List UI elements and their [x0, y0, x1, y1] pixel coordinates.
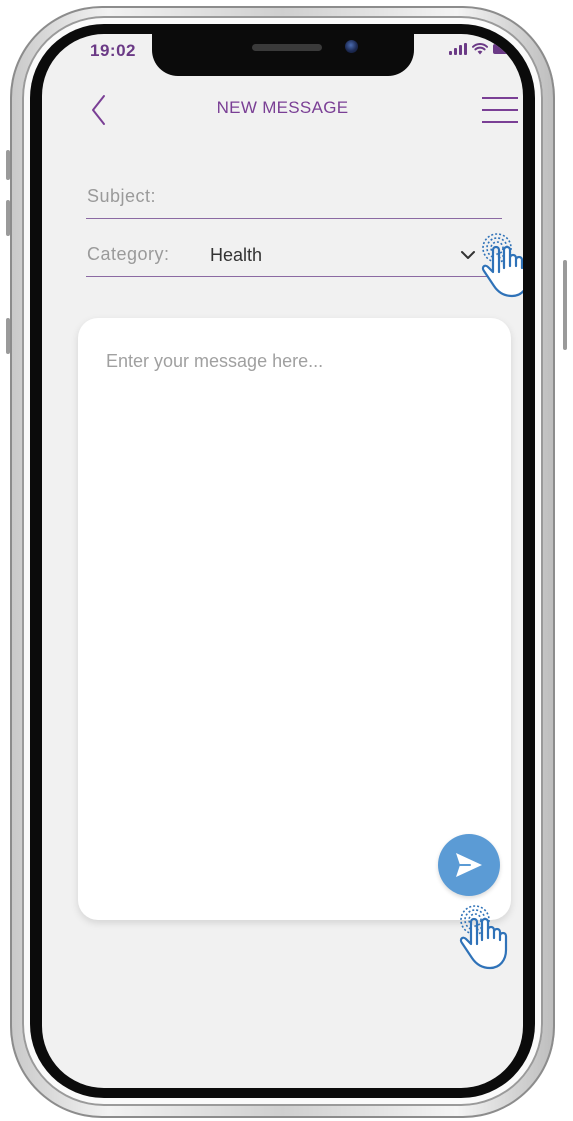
menu-button[interactable]	[482, 96, 518, 124]
status-icons	[449, 43, 516, 55]
subject-label: Subject:	[87, 186, 157, 206]
battery-icon	[493, 44, 516, 54]
speaker-grille	[252, 44, 322, 51]
phone-screen: 19:02 NEW MESSAGE Subject: Category: Hea…	[42, 34, 523, 1088]
power-button	[563, 260, 567, 350]
category-select[interactable]: Category: Health	[86, 240, 502, 277]
stage: 19:02 NEW MESSAGE Subject: Category: Hea…	[0, 0, 573, 1121]
tap-hand-icon	[481, 233, 523, 298]
message-textarea[interactable]: Enter your message here...	[78, 318, 511, 920]
send-button[interactable]	[438, 834, 500, 896]
front-camera	[345, 40, 358, 53]
category-label: Category:	[87, 244, 170, 264]
signal-icon	[449, 43, 467, 55]
hamburger-menu-icon	[482, 97, 518, 123]
page-title: NEW MESSAGE	[216, 98, 349, 117]
tap-hand-icon	[459, 905, 508, 970]
chevron-down-icon[interactable]	[460, 248, 476, 262]
subject-field[interactable]: Subject:	[86, 182, 502, 219]
paper-plane-icon	[456, 853, 482, 877]
message-placeholder: Enter your message here...	[106, 351, 324, 371]
wifi-icon	[472, 43, 488, 55]
notch	[152, 34, 414, 76]
status-time: 19:02	[90, 41, 136, 60]
category-value: Health	[210, 245, 263, 265]
